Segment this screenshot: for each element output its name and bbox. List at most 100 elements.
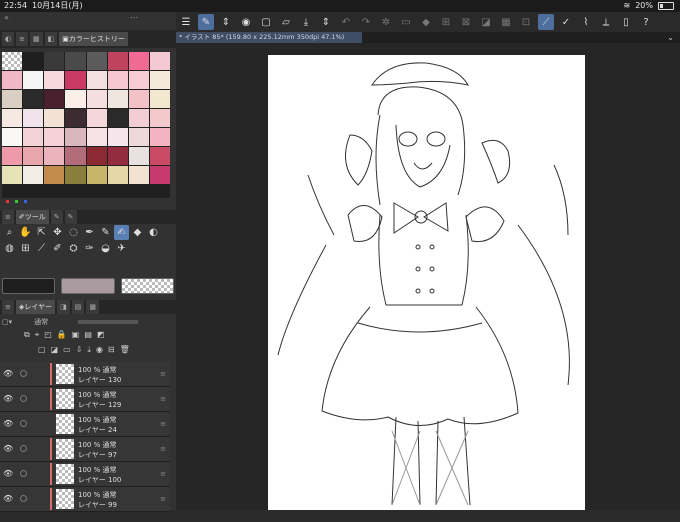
color-swatch[interactable] (65, 109, 86, 127)
stamp-icon[interactable]: ⛭ (66, 241, 81, 256)
more-icon[interactable]: ⋯ (130, 13, 138, 22)
tab-color-slider[interactable]: ≡ (16, 32, 28, 46)
color-swatch[interactable] (23, 109, 44, 127)
view-icon[interactable]: ◉ (238, 14, 254, 30)
color-swatch[interactable] (86, 109, 107, 127)
lock-toggle-icon[interactable] (20, 470, 27, 477)
lock-toggle-icon[interactable] (20, 370, 27, 377)
brush-icon[interactable]: ✍ (114, 225, 129, 240)
color-swatch[interactable] (107, 90, 128, 108)
blend-mode-select[interactable]: 通常 (34, 317, 48, 327)
grid-icon[interactable]: ⊞ (18, 241, 33, 256)
color-swatch[interactable] (149, 166, 170, 184)
color-swatch[interactable] (86, 166, 107, 184)
layer-row[interactable]: 👁 100 % 通常 レイヤー 130 ≡ (0, 362, 170, 387)
layer-row[interactable]: 👁 100 % 通常 レイヤー 24 ≡ (0, 412, 170, 437)
color-swatch[interactable] (44, 90, 65, 108)
color-swatch[interactable] (44, 109, 65, 127)
color-swatch[interactable] (149, 147, 170, 165)
tab-navigator[interactable]: ▦ (86, 300, 99, 314)
color-swatch[interactable] (149, 52, 170, 70)
color-swatch[interactable] (2, 166, 23, 184)
new-vector-layer-icon[interactable]: ◪ (51, 345, 59, 359)
color-swatch[interactable] (23, 90, 44, 108)
layer-menu-icon[interactable]: ≡ (160, 445, 166, 453)
color-swatch[interactable] (23, 71, 44, 89)
pencil-icon[interactable]: ✎ (98, 225, 113, 240)
tab-color-mix[interactable]: ◧ (44, 32, 58, 46)
fill-icon[interactable]: ◆ (418, 14, 434, 30)
eye-icon[interactable]: 👁 (3, 394, 13, 403)
color-swatch[interactable] (2, 128, 23, 146)
merge-down-icon[interactable]: ⤓ (87, 345, 91, 359)
color-swatch[interactable] (44, 147, 65, 165)
layer-menu-icon[interactable]: ≡ (160, 420, 166, 428)
color-swatch[interactable] (149, 128, 170, 146)
color-swatch[interactable] (149, 109, 170, 127)
color-swatch[interactable] (44, 128, 65, 146)
eraser-icon[interactable]: ◆ (130, 225, 145, 240)
stabilizer-icon[interactable]: ⌇ (578, 14, 594, 30)
lock-icon[interactable]: 🔒 (57, 330, 67, 343)
eye-icon[interactable]: 👁 (3, 419, 13, 428)
color-swatch[interactable] (128, 71, 149, 89)
color-swatch[interactable] (107, 109, 128, 127)
layer-row[interactable]: 👁 100 % 通常 レイヤー 97 ≡ (0, 437, 170, 462)
device-icon[interactable]: ▯ (618, 14, 634, 30)
export-icon[interactable]: ⇕ (318, 14, 334, 30)
crop-icon[interactable]: ⊡ (518, 14, 534, 30)
collapse-icon[interactable]: « (4, 13, 9, 22)
tool-arrows-icon[interactable]: ⇕ (218, 14, 234, 30)
tab-layer[interactable]: ◈ レイヤー (15, 300, 56, 314)
transfer-down-icon[interactable]: ⇩ (76, 345, 83, 359)
sub-color-box[interactable] (61, 278, 115, 294)
tab-tool[interactable]: ✐ ツール (15, 210, 49, 224)
color-swatch[interactable] (65, 52, 86, 70)
layer-menu-icon[interactable]: ≡ (160, 395, 166, 403)
undo-icon[interactable]: ↶ (338, 14, 354, 30)
open-icon[interactable]: ▱ (278, 14, 294, 30)
lasso-icon[interactable]: ◌ (66, 225, 81, 240)
pen-icon[interactable]: ✒ (82, 225, 97, 240)
color-swatch[interactable] (23, 166, 44, 184)
color-swatch[interactable] (23, 52, 44, 70)
eye-icon[interactable]: 👁 (3, 369, 13, 378)
lock-toggle-icon[interactable] (20, 420, 27, 427)
ruler-snap-icon[interactable]: ⟋ (538, 14, 554, 30)
reference-icon[interactable]: ⌖ (35, 330, 40, 343)
marker-icon[interactable]: ✑ (82, 241, 97, 256)
transform-icon[interactable]: ⊞ (438, 14, 454, 30)
blend-icon[interactable]: ◒ (98, 241, 113, 256)
color-swatch[interactable] (107, 166, 128, 184)
lock-toggle-icon[interactable] (20, 445, 27, 452)
magnifier-icon[interactable]: ⌕ (2, 225, 17, 240)
main-color-box[interactable] (2, 278, 56, 294)
tab-layer-property[interactable]: ◨ (57, 300, 70, 314)
layer-menu-icon[interactable]: ≡ (160, 495, 166, 503)
draft-icon[interactable]: ◰ (44, 330, 52, 343)
layer-menu-icon[interactable]: ≡ (160, 370, 166, 378)
lock-alpha-icon[interactable]: ▣ (72, 330, 80, 343)
color-swatch[interactable] (86, 147, 107, 165)
tab-layer-search[interactable]: ▤ (71, 300, 85, 314)
pen-fine-icon[interactable]: ✐ (50, 241, 65, 256)
redo-icon[interactable]: ↷ (358, 14, 374, 30)
mask-icon[interactable]: ◉ (96, 345, 103, 359)
hand-icon[interactable]: ✋ (18, 225, 33, 240)
tab-color-set[interactable]: ▦ (29, 32, 43, 46)
color-swatch[interactable] (2, 147, 23, 165)
tab-subtool[interactable]: ✎ (50, 210, 63, 224)
lock-toggle-icon[interactable] (20, 395, 27, 402)
menu-icon[interactable]: ☰ (178, 14, 194, 30)
clear-icon[interactable]: ▭ (398, 14, 414, 30)
eyedropper-icon[interactable]: ⟋ (34, 241, 49, 256)
color-swatch[interactable] (44, 71, 65, 89)
clip-icon[interactable]: ⧉ (24, 330, 30, 343)
color-swatch[interactable] (86, 52, 107, 70)
delete-layer-icon[interactable]: 🗑 (120, 345, 130, 359)
move-icon[interactable]: ✥ (50, 225, 65, 240)
eye-icon[interactable]: 👁 (3, 494, 13, 503)
color-swatch[interactable] (107, 128, 128, 146)
color-swatch[interactable] (2, 90, 23, 108)
layer-row[interactable]: 👁 100 % 通常 レイヤー 99 ≡ (0, 487, 170, 512)
